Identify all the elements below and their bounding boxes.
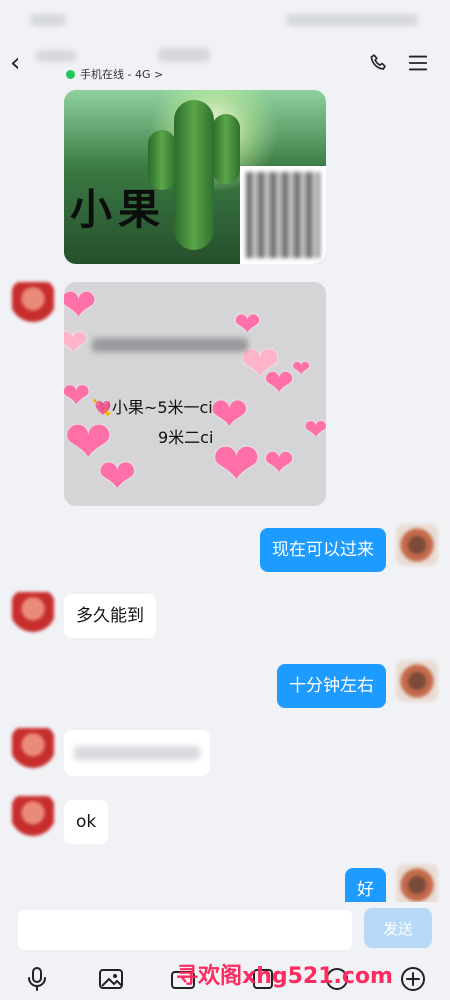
heart-decoration: ❤ (212, 430, 261, 498)
avatar-contact[interactable] (12, 592, 54, 634)
image-gallery-icon[interactable] (96, 964, 126, 994)
avatar-self[interactable] (396, 864, 438, 902)
heart-decoration: ❤ (264, 363, 295, 404)
qr-code-blurred (240, 166, 326, 264)
avatar-self[interactable] (396, 660, 438, 702)
status-time-blurred (30, 14, 66, 26)
online-dot-icon (66, 69, 75, 79)
price-line-1: 💘小果~5米一ci (92, 398, 213, 417)
poster-name-text: 小果 (70, 185, 167, 234)
online-status-text: 手机在线 - 4G > (80, 68, 164, 81)
back-arrow-icon[interactable]: ‹ (10, 50, 36, 76)
image-message-poster[interactable]: 小果 (64, 90, 326, 264)
status-icons-blurred (286, 14, 418, 26)
message-input[interactable] (18, 910, 352, 950)
watermark-text: 寻欢阁xhg521.com (176, 964, 393, 989)
heart-decoration: ❤ (98, 449, 137, 503)
incoming-message-blurred[interactable] (64, 730, 210, 776)
avatar-contact[interactable] (12, 282, 54, 324)
blurred-message-text (74, 746, 200, 760)
microphone-icon[interactable] (22, 964, 52, 994)
chat-message-list[interactable]: 小果 ❤ ❤ ❤ ❤ ❤ ❤ ❤ ❤ ❤ ❤ ❤ ❤ ❤ 💘小果~5米一ci 9… (0, 90, 450, 902)
incoming-message[interactable]: ok (64, 800, 109, 844)
outgoing-message[interactable]: 十分钟左右 (277, 664, 386, 708)
chat-header: ‹ (0, 40, 450, 90)
heart-decoration: ❤ (264, 443, 295, 484)
price-line-2: 9米二ci (158, 428, 214, 447)
cactus-illustration (174, 100, 214, 250)
online-status[interactable]: 手机在线 - 4G > (66, 66, 163, 82)
incoming-message[interactable]: 多久能到 (64, 594, 156, 638)
image-message-price-card[interactable]: ❤ ❤ ❤ ❤ ❤ ❤ ❤ ❤ ❤ ❤ ❤ ❤ ❤ 💘小果~5米一ci 9米二c… (64, 282, 326, 506)
status-bar (0, 0, 450, 40)
avatar-contact[interactable] (12, 728, 54, 770)
contact-name-blurred-2 (158, 48, 210, 62)
heart-decoration: ❤ (64, 323, 89, 364)
card-title-blurred (92, 338, 248, 352)
heart-decoration: ❤ (292, 357, 311, 382)
avatar-self[interactable] (396, 524, 438, 566)
plus-icon[interactable] (398, 964, 428, 994)
cactus-arm-right (212, 114, 240, 184)
phone-call-icon[interactable] (366, 50, 392, 76)
avatar-contact[interactable] (12, 796, 54, 838)
send-button[interactable]: 发送 (364, 908, 432, 948)
message-composer: 发送 寻欢阁xhg521.com (0, 902, 450, 1000)
outgoing-message[interactable]: 好 (345, 868, 386, 902)
menu-icon[interactable] (405, 50, 431, 76)
contact-name-blurred (36, 50, 76, 62)
outgoing-message[interactable]: 现在可以过来 (260, 528, 386, 572)
heart-decoration: ❤ (304, 413, 326, 446)
